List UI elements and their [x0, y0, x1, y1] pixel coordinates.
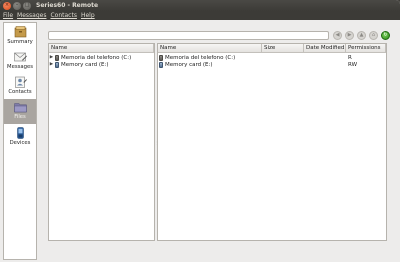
phone-icon [13, 126, 27, 139]
tree-header-name[interactable]: Name [49, 44, 154, 53]
memory-card-icon [55, 61, 59, 68]
phone-icon [159, 54, 163, 61]
table-row[interactable]: Memory card (E:) RW [158, 61, 386, 68]
sidebar-item-label: Devices [9, 140, 31, 146]
refresh-icon[interactable]: ↻ [381, 31, 390, 40]
column-header-permissions[interactable]: Permissions [346, 44, 386, 53]
sidebar-item-contacts[interactable]: Contacts [4, 74, 36, 99]
summary-icon [13, 25, 27, 38]
sidebar-item-label: Files [14, 114, 26, 120]
path-toolbar: ◀ ▶ ▲ ⌂ ↻ [48, 30, 398, 41]
sidebar-item-files[interactable]: Files [4, 99, 36, 124]
menu-help[interactable]: Help [81, 12, 95, 19]
expander-icon[interactable]: ▶ [49, 62, 54, 67]
menu-contacts[interactable]: Contacts [50, 12, 76, 19]
sidebar: Summary Messages Contacts Files Devices [3, 22, 37, 260]
row-name: Memoria del telefono (C:) [165, 54, 236, 61]
close-icon[interactable]: × [3, 1, 11, 10]
row-name: Memory card (E:) [165, 61, 213, 68]
sidebar-item-summary[interactable]: Summary [4, 24, 36, 49]
sidebar-item-label: Messages [7, 64, 33, 70]
window-title: Series60 - Remote [36, 2, 99, 9]
tree-item[interactable]: ▶ Memory card (E:) [49, 61, 109, 68]
up-icon[interactable]: ▲ [357, 31, 366, 40]
tree-item[interactable]: ▶ Memoria del telefono (C:) [49, 54, 131, 61]
column-header-name[interactable]: Name [158, 44, 262, 53]
expander-icon[interactable]: ▶ [49, 55, 54, 60]
contacts-icon [13, 75, 27, 88]
sidebar-item-label: Contacts [8, 89, 32, 95]
home-icon[interactable]: ⌂ [369, 31, 378, 40]
folder-icon [13, 100, 27, 113]
tree-item-label: Memoria del telefono (C:) [61, 54, 132, 61]
path-input[interactable] [48, 31, 329, 40]
menu-bar: File Messages Contacts Help [0, 11, 400, 20]
row-permissions: RW [348, 61, 358, 68]
sidebar-item-devices[interactable]: Devices [4, 125, 36, 150]
phone-icon [55, 54, 59, 61]
maximize-icon[interactable]: □ [23, 1, 31, 10]
app-window: × – □ Series60 - Remote File Messages Co… [0, 0, 400, 262]
tree-item-label: Memory card (E:) [61, 61, 109, 68]
row-permissions: R [348, 54, 352, 61]
table-row[interactable]: Memoria del telefono (C:) R [158, 54, 386, 61]
file-list[interactable]: Name Size Date Modified Permissions Memo… [157, 43, 387, 241]
menu-file[interactable]: File [3, 12, 13, 19]
sidebar-item-label: Summary [7, 39, 33, 45]
title-bar: × – □ Series60 - Remote [0, 0, 400, 11]
minimize-icon[interactable]: – [13, 1, 21, 10]
forward-icon[interactable]: ▶ [345, 31, 354, 40]
folder-tree[interactable]: Name ▶ Memoria del telefono (C:) ▶ Memor… [48, 43, 155, 241]
menu-messages[interactable]: Messages [17, 12, 46, 19]
sidebar-item-messages[interactable]: Messages [4, 49, 36, 74]
column-header-date-modified[interactable]: Date Modified [304, 44, 346, 53]
column-header-size[interactable]: Size [262, 44, 304, 53]
back-icon[interactable]: ◀ [333, 31, 342, 40]
memory-card-icon [159, 61, 163, 68]
messages-icon [13, 50, 27, 63]
